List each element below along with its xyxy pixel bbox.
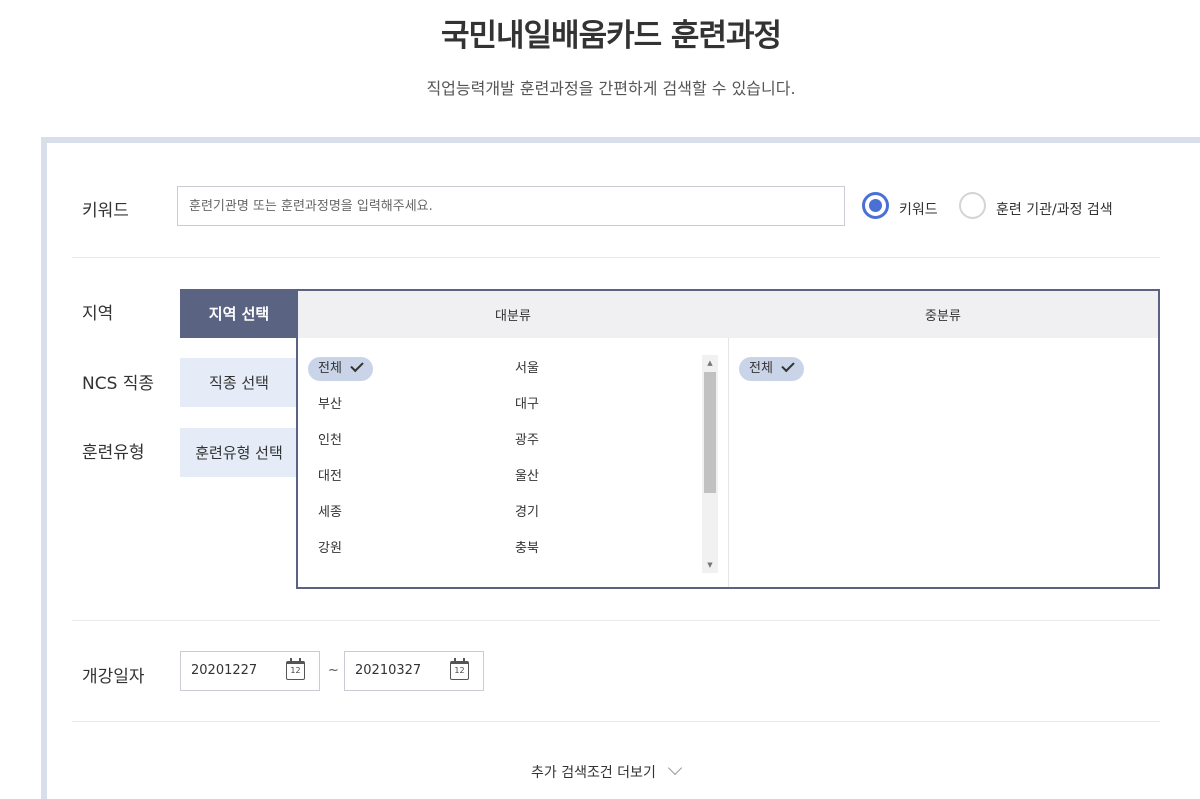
start-date-value: 20201227 <box>191 663 258 678</box>
column-divider <box>728 338 729 587</box>
more-search-options-button[interactable]: 추가 검색조건 더보기 <box>531 760 682 782</box>
check-icon <box>350 358 364 373</box>
minor-category-header: 중분류 <box>925 309 961 324</box>
ncs-job-label: NCS 직종 <box>82 374 155 394</box>
radio-keyword[interactable] <box>862 192 889 219</box>
chevron-down-icon <box>667 760 682 776</box>
check-icon <box>781 358 795 373</box>
major-list-scrollbar[interactable]: ▲ ▼ <box>702 355 718 573</box>
scroll-up-arrow-icon[interactable]: ▲ <box>702 355 718 371</box>
major-item-gwangju[interactable]: 광주 <box>505 429 549 453</box>
end-date-value: 20210327 <box>355 663 422 678</box>
major-item-chungbuk[interactable]: 충북 <box>505 537 549 561</box>
major-item-daejeon[interactable]: 대전 <box>308 465 352 489</box>
calendar-icon[interactable]: 12 <box>286 658 305 680</box>
page-title: 국민내일배움카드 훈련과정 <box>440 18 782 54</box>
tab-region-select[interactable]: 지역 선택 <box>180 289 298 338</box>
date-range-separator: ~ <box>328 663 339 678</box>
divider <box>72 620 1160 621</box>
tab-training-type-select[interactable]: 훈련유형 선택 <box>180 428 298 477</box>
major-item-busan[interactable]: 부산 <box>308 393 352 417</box>
search-panel: 키워드 키워드 훈련 기관/과정 검색 지역 NCS 직종 훈련유형 지역 선택… <box>41 137 1200 799</box>
radio-institution-course[interactable] <box>959 192 986 219</box>
major-item-incheon[interactable]: 인천 <box>308 429 352 453</box>
start-date-label: 개강일자 <box>82 667 145 687</box>
divider <box>72 721 1160 722</box>
major-item-gyeonggi[interactable]: 경기 <box>505 501 549 525</box>
page-subtitle: 직업능력개발 훈련과정을 간편하게 검색할 수 있습니다. <box>426 79 796 98</box>
major-item-ulsan[interactable]: 울산 <box>505 465 549 489</box>
major-item-sejong[interactable]: 세종 <box>308 501 352 525</box>
more-search-options-label: 추가 검색조건 더보기 <box>531 765 656 781</box>
end-date-field[interactable]: 20210327 12 <box>344 651 484 691</box>
minor-item-all[interactable]: 전체 <box>739 357 804 381</box>
major-item-daegu[interactable]: 대구 <box>505 393 549 417</box>
region-picker: 대분류 중분류 전체 서울 부산 대구 인천 광주 대전 울산 세종 경기 강원… <box>296 289 1160 589</box>
major-item-seoul[interactable]: 서울 <box>505 357 549 381</box>
region-label: 지역 <box>82 304 114 324</box>
keyword-label: 키워드 <box>82 201 129 221</box>
radio-keyword-label: 키워드 <box>899 202 938 218</box>
calendar-icon[interactable]: 12 <box>450 658 469 680</box>
major-item-gangwon[interactable]: 강원 <box>308 537 352 561</box>
start-date-field[interactable]: 20201227 12 <box>180 651 320 691</box>
major-item-all[interactable]: 전체 <box>308 357 373 381</box>
radio-institution-course-label: 훈련 기관/과정 검색 <box>996 202 1113 218</box>
major-category-header: 대분류 <box>495 309 531 324</box>
keyword-input[interactable] <box>177 186 845 226</box>
training-type-label: 훈련유형 <box>82 443 145 463</box>
scroll-down-arrow-icon[interactable]: ▼ <box>702 557 718 573</box>
divider <box>72 257 1160 258</box>
picker-header: 대분류 중분류 <box>298 291 1158 338</box>
tab-job-select[interactable]: 직종 선택 <box>180 358 298 407</box>
scroll-thumb[interactable] <box>704 372 716 493</box>
